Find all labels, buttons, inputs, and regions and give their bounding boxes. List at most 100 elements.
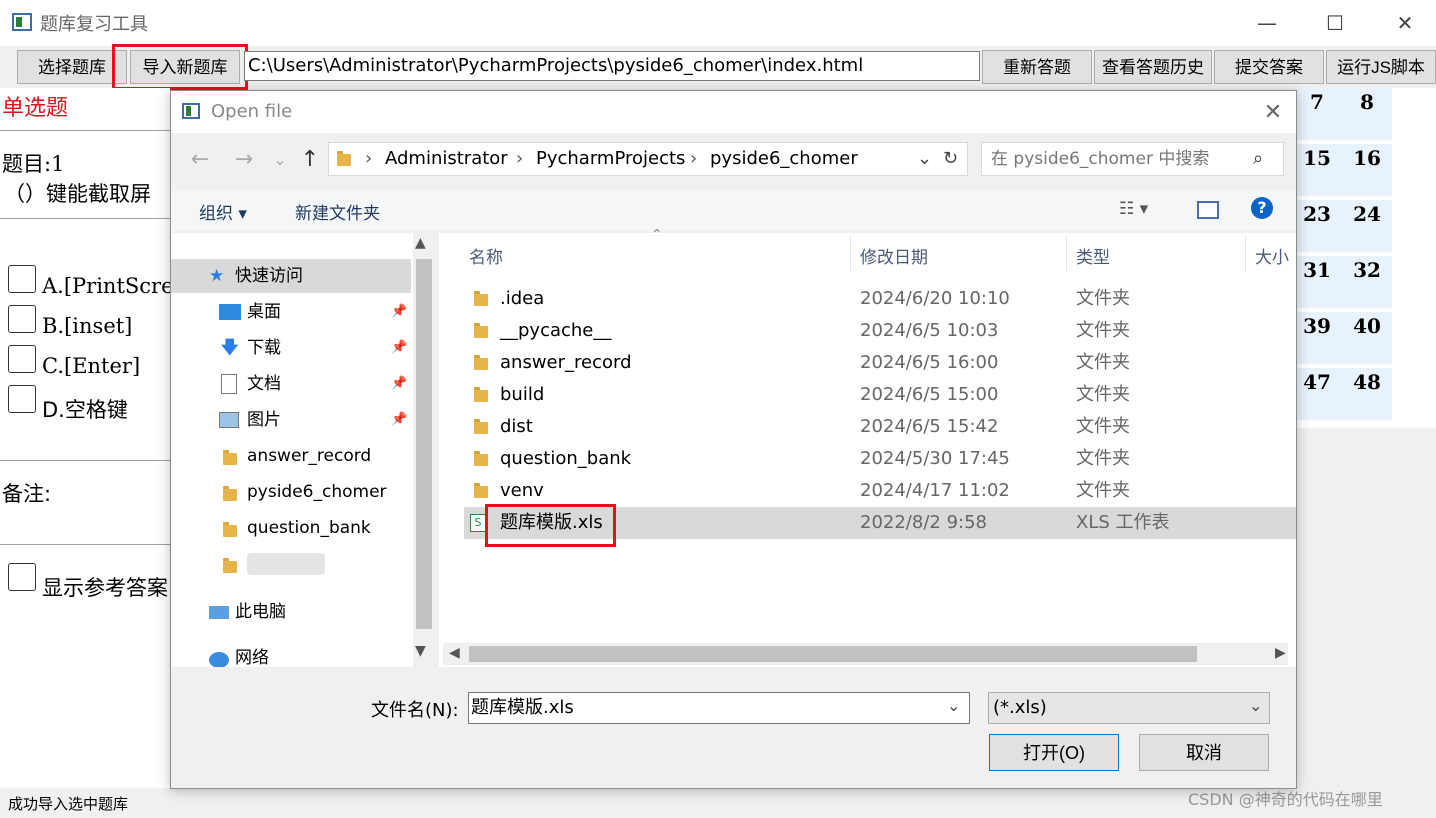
download-icon: 🡇 <box>221 338 239 358</box>
question-type-label: 单选题 <box>2 96 69 121</box>
question-number-cell[interactable]: 24 <box>1342 200 1392 252</box>
nav-item-pictures[interactable]: 图片 📌 <box>171 403 411 437</box>
column-header-type[interactable]: 类型 <box>1076 243 1110 268</box>
pin-icon[interactable]: 📌 <box>391 403 407 437</box>
nav-item-desktop[interactable]: 桌面 📌 <box>171 295 411 329</box>
scroll-right-icon[interactable]: ▶ <box>1275 645 1286 661</box>
maximize-icon[interactable]: ☐ <box>1312 6 1358 40</box>
nav-item-this-pc[interactable]: 此电脑 <box>171 595 411 629</box>
refresh-icon[interactable]: ↻ <box>943 143 958 175</box>
file-list-hscrollbar[interactable]: ◀ ▶ <box>443 643 1288 665</box>
question-number-cell[interactable]: 16 <box>1342 144 1392 196</box>
close-icon[interactable]: ✕ <box>1382 6 1428 40</box>
pin-icon[interactable]: 📌 <box>391 367 407 401</box>
view-options-icon[interactable]: ☷ ▾ <box>1119 199 1148 219</box>
organize-button[interactable]: 组织 ▾ <box>199 199 247 224</box>
desktop-icon <box>219 304 241 320</box>
folder-icon <box>474 355 488 370</box>
question-number-cell[interactable]: 39 <box>1292 312 1342 364</box>
picture-icon <box>219 412 239 428</box>
breadcrumb-item[interactable]: pyside6_chomer <box>710 143 858 175</box>
option-c-checkbox[interactable] <box>8 345 36 373</box>
help-icon[interactable]: ? <box>1251 197 1273 219</box>
file-row[interactable]: question_bank 2024/5/30 17:45 文件夹 <box>464 443 1296 475</box>
pin-icon[interactable]: 📌 <box>391 295 407 329</box>
notes-label: 备注: <box>2 482 52 506</box>
breadcrumb-item[interactable]: PycharmProjects <box>536 143 685 175</box>
chevron-down-icon[interactable]: ⌄ <box>917 143 932 175</box>
filetype-dropdown-icon[interactable]: ⌄ <box>1249 696 1262 715</box>
nav-item-blurred[interactable] <box>171 547 411 581</box>
dialog-close-icon[interactable]: ✕ <box>1255 97 1291 129</box>
history-button[interactable]: 查看答题历史 <box>1094 50 1212 84</box>
scrollbar-thumb[interactable] <box>469 646 1197 662</box>
question-number-grid: 7 8 15 16 23 24 31 32 39 40 47 48 <box>1292 88 1436 428</box>
run-js-button[interactable]: 运行JS脚本 <box>1326 50 1436 84</box>
scroll-down-icon[interactable]: ▼ <box>415 643 426 659</box>
open-button[interactable]: 打开(O) <box>989 734 1119 771</box>
filename-input[interactable]: 题库模版.xls <box>468 692 970 724</box>
nav-scrollbar[interactable]: ▲ ▼ <box>413 233 435 667</box>
new-folder-button[interactable]: 新建文件夹 <box>295 199 380 224</box>
breadcrumb-item[interactable]: Administrator <box>385 143 508 175</box>
question-number-cell[interactable]: 15 <box>1292 144 1342 196</box>
scrollbar-thumb[interactable] <box>416 259 432 629</box>
nav-item-pyside6-chomer[interactable]: pyside6_chomer <box>171 475 411 509</box>
pin-icon[interactable]: 📌 <box>391 331 407 365</box>
column-separator[interactable] <box>850 235 851 271</box>
column-header-size[interactable]: 大小 <box>1255 243 1289 268</box>
file-row[interactable]: __pycache__ 2024/6/5 10:03 文件夹 <box>464 315 1296 347</box>
restart-button[interactable]: 重新答题 <box>982 50 1092 84</box>
search-icon[interactable]: ⌕ <box>1253 148 1263 169</box>
scroll-up-icon[interactable]: ▲ <box>415 235 426 251</box>
option-d-checkbox[interactable] <box>8 385 36 413</box>
nav-item-downloads[interactable]: 🡇 下载 📌 <box>171 331 411 365</box>
file-row[interactable]: .idea 2024/6/20 10:10 文件夹 <box>464 283 1296 315</box>
question-number-cell[interactable]: 8 <box>1342 88 1392 140</box>
path-input[interactable]: C:\Users\Administrator\PycharmProjects\p… <box>244 51 980 81</box>
recent-locations-icon[interactable]: ⌄ <box>265 143 295 177</box>
file-row[interactable]: build 2024/6/5 15:00 文件夹 <box>464 379 1296 411</box>
preview-pane-icon[interactable] <box>1197 201 1219 219</box>
column-separator[interactable] <box>1066 235 1067 271</box>
submit-button[interactable]: 提交答案 <box>1214 50 1324 84</box>
address-bar[interactable]: › Administrator › PycharmProjects › pysi… <box>328 142 968 176</box>
folder-icon <box>337 151 351 166</box>
question-number-cell[interactable]: 48 <box>1342 368 1392 420</box>
forward-icon[interactable]: → <box>229 143 259 177</box>
file-row[interactable]: answer_record 2024/6/5 16:00 文件夹 <box>464 347 1296 379</box>
scroll-left-icon[interactable]: ◀ <box>449 645 460 661</box>
question-number-cell[interactable]: 47 <box>1292 368 1342 420</box>
back-icon[interactable]: ← <box>185 143 215 177</box>
folder-icon <box>223 522 237 537</box>
column-separator[interactable] <box>1245 235 1246 271</box>
nav-item-quick-access[interactable]: ★ 快速访问 <box>171 259 411 293</box>
filename-dropdown-icon[interactable]: ⌄ <box>947 696 960 715</box>
select-bank-button[interactable]: 选择题库 <box>17 50 127 84</box>
column-header-date[interactable]: 修改日期 <box>860 243 928 268</box>
up-icon[interactable]: ↑ <box>295 143 325 177</box>
option-a-checkbox[interactable] <box>8 265 36 293</box>
show-answer-checkbox[interactable] <box>8 563 36 591</box>
highlight-import-button <box>112 44 248 90</box>
question-number-cell[interactable]: 23 <box>1292 200 1342 252</box>
nav-item-answer-record[interactable]: answer_record <box>171 439 411 473</box>
file-row[interactable]: venv 2024/4/17 11:02 文件夹 <box>464 475 1296 507</box>
nav-item-network[interactable]: 网络 <box>171 641 411 667</box>
computer-icon <box>209 606 229 619</box>
question-number-cell[interactable]: 32 <box>1342 256 1392 308</box>
cancel-button[interactable]: 取消 <box>1139 734 1269 771</box>
filetype-select[interactable]: (*.xls) <box>988 692 1270 724</box>
folder-icon <box>223 486 237 501</box>
minimize-icon[interactable]: — <box>1244 6 1290 40</box>
divider <box>0 130 170 131</box>
question-number-cell[interactable]: 40 <box>1342 312 1392 364</box>
search-input[interactable]: 在 pyside6_chomer 中搜索 <box>981 142 1284 176</box>
question-number-cell[interactable]: 31 <box>1292 256 1342 308</box>
nav-item-documents[interactable]: 文档 📌 <box>171 367 411 401</box>
nav-item-question-bank[interactable]: question_bank <box>171 511 411 545</box>
option-b-checkbox[interactable] <box>8 305 36 333</box>
column-header-name[interactable]: 名称 <box>469 243 503 268</box>
question-number-cell[interactable]: 7 <box>1292 88 1342 140</box>
file-row[interactable]: dist 2024/6/5 15:42 文件夹 <box>464 411 1296 443</box>
